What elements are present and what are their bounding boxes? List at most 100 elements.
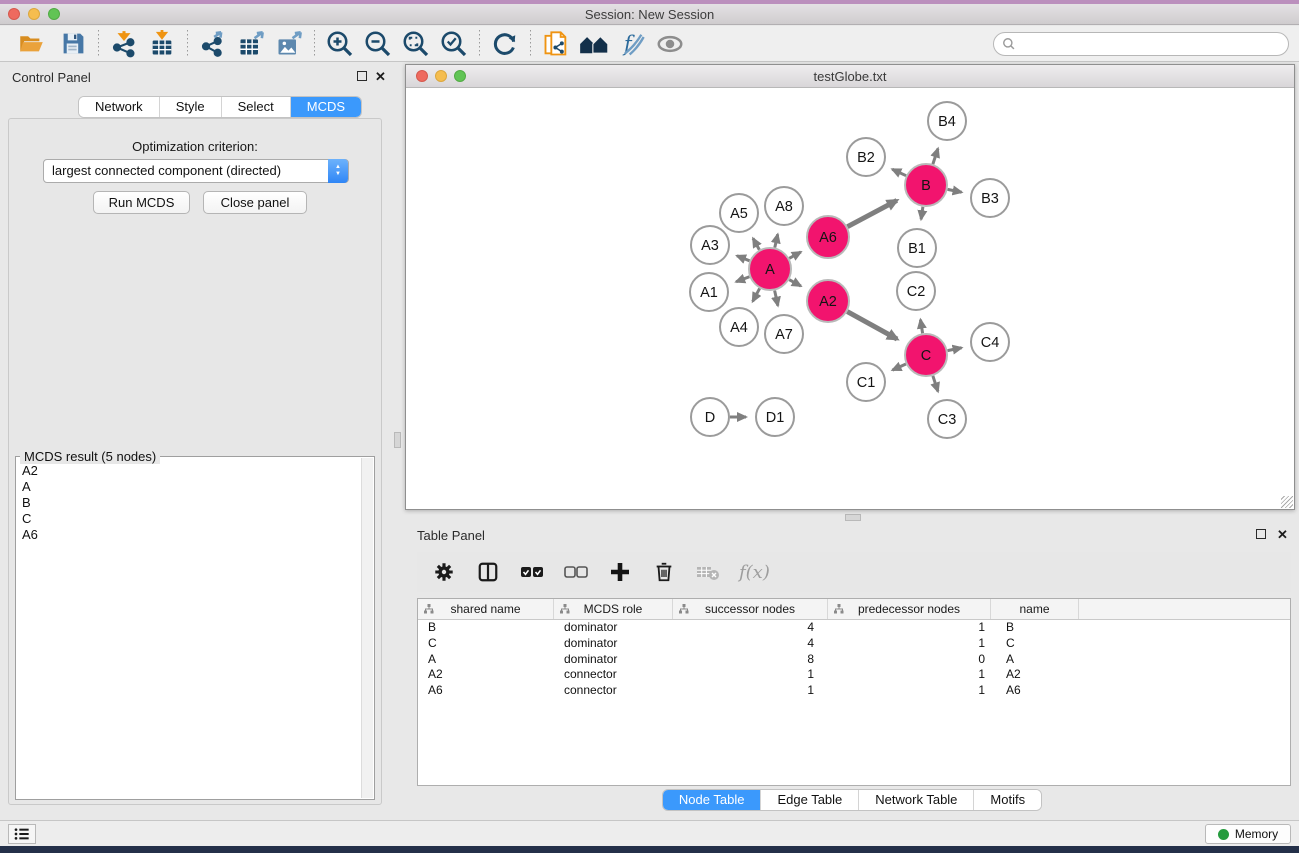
save-session-icon[interactable] (58, 29, 88, 59)
edge-B-B2[interactable] (892, 169, 906, 175)
memory-button[interactable]: Memory (1205, 824, 1291, 844)
column-header-successor-nodes[interactable]: successor nodes (673, 599, 828, 619)
tab-select[interactable]: Select (222, 97, 291, 117)
vertical-splitter[interactable] (390, 62, 405, 820)
table-row[interactable]: Bdominator41B (418, 620, 1290, 636)
memory-label: Memory (1235, 827, 1278, 841)
mcds-result-list[interactable]: A2ABCA6 (18, 463, 360, 797)
edge-C-C3[interactable] (933, 376, 938, 392)
tab-edge-table[interactable]: Edge Table (761, 790, 859, 810)
delete-table-icon[interactable] (695, 559, 721, 585)
refresh-icon[interactable] (490, 29, 520, 59)
column-header-name[interactable]: name (991, 599, 1079, 619)
task-history-button[interactable] (8, 824, 36, 844)
node-label-A5: A5 (730, 206, 748, 222)
zoom-window-button[interactable] (48, 8, 60, 20)
edge-B-B1[interactable] (921, 207, 923, 220)
float-panel-icon[interactable] (357, 69, 367, 84)
edge-A-A4[interactable] (753, 288, 760, 301)
delete-column-icon[interactable] (651, 559, 677, 585)
close-window-button[interactable] (8, 8, 20, 20)
open-session-icon[interactable] (16, 29, 46, 59)
result-item[interactable]: A (18, 479, 360, 495)
edge-B-B4[interactable] (933, 149, 938, 165)
cell: connector (554, 667, 673, 683)
tab-motifs[interactable]: Motifs (974, 790, 1041, 810)
import-table-icon[interactable] (147, 29, 177, 59)
zoom-out-icon[interactable] (363, 29, 393, 59)
minimize-window-button[interactable] (28, 8, 40, 20)
node-table[interactable]: shared nameMCDS rolesuccessor nodesprede… (417, 598, 1291, 786)
edge-C-C4[interactable] (948, 348, 962, 351)
export-network-icon[interactable] (198, 29, 228, 59)
edge-A2-C[interactable] (847, 312, 897, 339)
export-image-icon[interactable] (274, 29, 304, 59)
node-label-C1: C1 (857, 375, 876, 391)
criterion-dropdown[interactable]: largest connected component (directed) ▲… (43, 159, 349, 183)
column-header-predecessor-nodes[interactable]: predecessor nodes (828, 599, 991, 619)
close-panel-icon[interactable]: ✕ (375, 69, 386, 85)
zoom-fit-icon[interactable] (401, 29, 431, 59)
float-panel-icon[interactable] (1256, 527, 1266, 542)
result-item[interactable]: B (18, 495, 360, 511)
edge-A-A3[interactable] (737, 256, 750, 261)
close-panel-button[interactable]: Close panel (203, 191, 307, 214)
clone-network-icon[interactable] (541, 29, 571, 59)
deselect-all-icon[interactable] (563, 559, 589, 585)
edge-C-C2[interactable] (920, 320, 922, 334)
select-all-icon[interactable] (519, 559, 545, 585)
table-row[interactable]: Adominator80A (418, 652, 1290, 668)
tab-mcds[interactable]: MCDS (291, 97, 361, 117)
control-panel-title: Control Panel (12, 70, 91, 85)
export-table-icon[interactable] (236, 29, 266, 59)
edge-A-A2[interactable] (789, 280, 801, 286)
first-neighbors-icon[interactable] (579, 29, 609, 59)
table-row[interactable]: A2connector11A2 (418, 667, 1290, 683)
splitter-handle[interactable] (845, 514, 861, 521)
tab-style[interactable]: Style (160, 97, 222, 117)
edge-A-A5[interactable] (753, 238, 759, 249)
minimize-view-button[interactable] (435, 70, 447, 82)
resize-grip-icon[interactable] (1281, 496, 1293, 508)
edge-A6-B[interactable] (847, 200, 896, 226)
edge-A-A8[interactable] (775, 234, 778, 247)
column-header-MCDS-role[interactable]: MCDS role (554, 599, 673, 619)
tab-node-table[interactable]: Node Table (663, 790, 762, 810)
search-field[interactable] (993, 32, 1289, 56)
edge-A-A6[interactable] (789, 252, 801, 258)
show-columns-icon[interactable] (475, 559, 501, 585)
network-graph[interactable]: B4B2BB3A5A8A6A3B1AA1C2A2A4A7C4CC1C3DD1 (406, 88, 1294, 509)
table-row[interactable]: A6connector11A6 (418, 683, 1290, 699)
zoom-in-icon[interactable] (325, 29, 355, 59)
result-item[interactable]: A2 (18, 463, 360, 479)
horizontal-splitter[interactable] (405, 512, 1299, 522)
edge-A-A1[interactable] (736, 277, 749, 282)
zoom-view-button[interactable] (454, 70, 466, 82)
edge-A-A7[interactable] (775, 291, 778, 306)
edge-B-B3[interactable] (948, 189, 962, 192)
import-network-icon[interactable] (109, 29, 139, 59)
function-builder-icon[interactable]: f(x) (739, 562, 770, 583)
result-scrollbar[interactable] (361, 458, 373, 798)
table-toolbar: f(x) (417, 552, 1291, 592)
hide-labels-icon[interactable]: f (617, 29, 647, 59)
show-graphics-eye-icon[interactable] (655, 29, 685, 59)
close-view-button[interactable] (416, 70, 428, 82)
tab-network-table[interactable]: Network Table (859, 790, 974, 810)
result-item[interactable]: A6 (18, 527, 360, 543)
edge-C-C1[interactable] (892, 364, 905, 370)
column-header-shared-name[interactable]: shared name (418, 599, 554, 619)
cell: A6 (418, 683, 554, 699)
result-item[interactable]: C (18, 511, 360, 527)
network-view-window: testGlobe.txt B4B2BB3A5A8A6A3B1AA1C2A2A4… (405, 64, 1295, 510)
add-column-icon[interactable] (607, 559, 633, 585)
zoom-selected-icon[interactable] (439, 29, 469, 59)
network-canvas[interactable]: B4B2BB3A5A8A6A3B1AA1C2A2A4A7C4CC1C3DD1 (406, 88, 1294, 509)
splitter-handle[interactable] (394, 432, 401, 448)
tab-network[interactable]: Network (79, 97, 160, 117)
close-panel-icon[interactable]: ✕ (1277, 527, 1288, 543)
run-mcds-button[interactable]: Run MCDS (93, 191, 190, 214)
table-panel-header: Table Panel ✕ (405, 522, 1299, 548)
table-row[interactable]: Cdominator41C (418, 636, 1290, 652)
table-settings-gear-icon[interactable] (431, 559, 457, 585)
